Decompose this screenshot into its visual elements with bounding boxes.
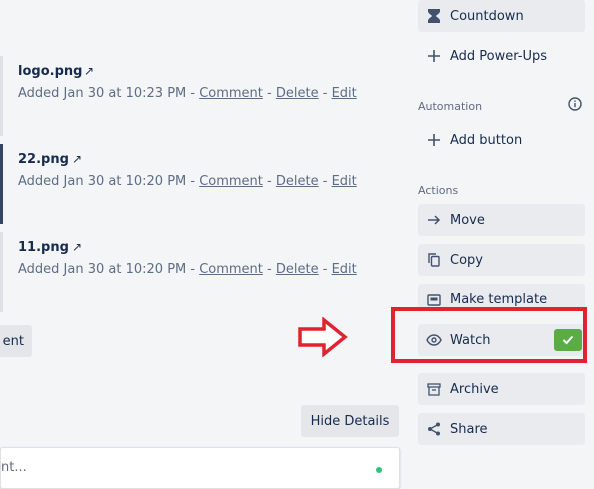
move-label: Move: [450, 212, 485, 228]
add-powerups-label: Add Power-Ups: [450, 48, 548, 64]
comment-link[interactable]: Comment: [199, 86, 263, 101]
attachment-thumbnail[interactable]: [0, 56, 3, 136]
delete-link[interactable]: Delete: [276, 174, 319, 189]
comment-input[interactable]: nt...: [0, 447, 400, 489]
share-icon: [426, 421, 442, 437]
attachment-name[interactable]: 11.png: [18, 240, 69, 255]
copy-button[interactable]: Copy: [418, 244, 585, 276]
archive-button[interactable]: Archive: [418, 373, 585, 405]
comment-placeholder: nt...: [1, 460, 27, 475]
countdown-button[interactable]: Countdown: [418, 0, 585, 32]
add-button-label: Add button: [450, 132, 523, 148]
actions-heading: Actions: [418, 184, 459, 197]
comment-link[interactable]: Comment: [199, 174, 263, 189]
add-attachment-button[interactable]: ent: [0, 325, 32, 357]
attachment-item: 11.png ↗ Added Jan 30 at 10:20 PM - Comm…: [0, 232, 400, 312]
attachment-meta: Added Jan 30 at 10:20 PM - Comment - Del…: [18, 262, 357, 277]
plus-icon: [426, 48, 442, 64]
attachment-meta: Added Jan 30 at 10:23 PM - Comment - Del…: [18, 86, 357, 101]
hide-details-button[interactable]: Hide Details: [301, 405, 399, 437]
delete-link[interactable]: Delete: [276, 262, 319, 277]
archive-icon: [426, 381, 442, 397]
edit-link[interactable]: Edit: [332, 86, 357, 101]
add-button-button[interactable]: Add button: [418, 124, 585, 156]
annotation-highlight-box: [391, 307, 587, 363]
automation-heading: Automation: [418, 100, 483, 113]
make-template-button[interactable]: Make template: [418, 284, 585, 308]
attachment-item: logo.png ↗ Added Jan 30 at 10:23 PM - Co…: [0, 56, 400, 136]
add-powerups-button[interactable]: Add Power-Ups: [418, 40, 585, 72]
external-link-icon[interactable]: ↗: [72, 240, 82, 254]
attachment-name[interactable]: logo.png: [18, 64, 82, 79]
attachment-name[interactable]: 22.png: [18, 152, 69, 167]
comment-link[interactable]: Comment: [199, 262, 263, 277]
arrow-right-icon: [426, 212, 442, 228]
plus-icon: [426, 132, 442, 148]
edit-link[interactable]: Edit: [332, 174, 357, 189]
edit-link[interactable]: Edit: [332, 262, 357, 277]
attachment-meta: Added Jan 30 at 10:20 PM - Comment - Del…: [18, 174, 357, 189]
countdown-label: Countdown: [450, 8, 524, 24]
attachment-thumbnail[interactable]: [0, 232, 3, 312]
template-icon: [426, 292, 442, 308]
external-link-icon[interactable]: ↗: [84, 64, 94, 78]
annotation-arrow-icon: [298, 317, 348, 357]
copy-label: Copy: [450, 252, 483, 268]
external-link-icon[interactable]: ↗: [72, 152, 82, 166]
share-button[interactable]: Share: [418, 413, 585, 445]
share-label: Share: [450, 421, 488, 437]
move-button[interactable]: Move: [418, 204, 585, 236]
copy-icon: [426, 252, 442, 268]
archive-label: Archive: [450, 381, 499, 397]
attachment-item: 22.png ↗ Added Jan 30 at 10:20 PM - Comm…: [0, 144, 400, 224]
status-dot: [376, 467, 382, 473]
hourglass-icon: [426, 8, 442, 24]
make-template-label: Make template: [450, 292, 548, 307]
attachment-thumbnail[interactable]: [0, 144, 3, 224]
delete-link[interactable]: Delete: [276, 86, 319, 101]
info-icon[interactable]: [567, 96, 583, 112]
